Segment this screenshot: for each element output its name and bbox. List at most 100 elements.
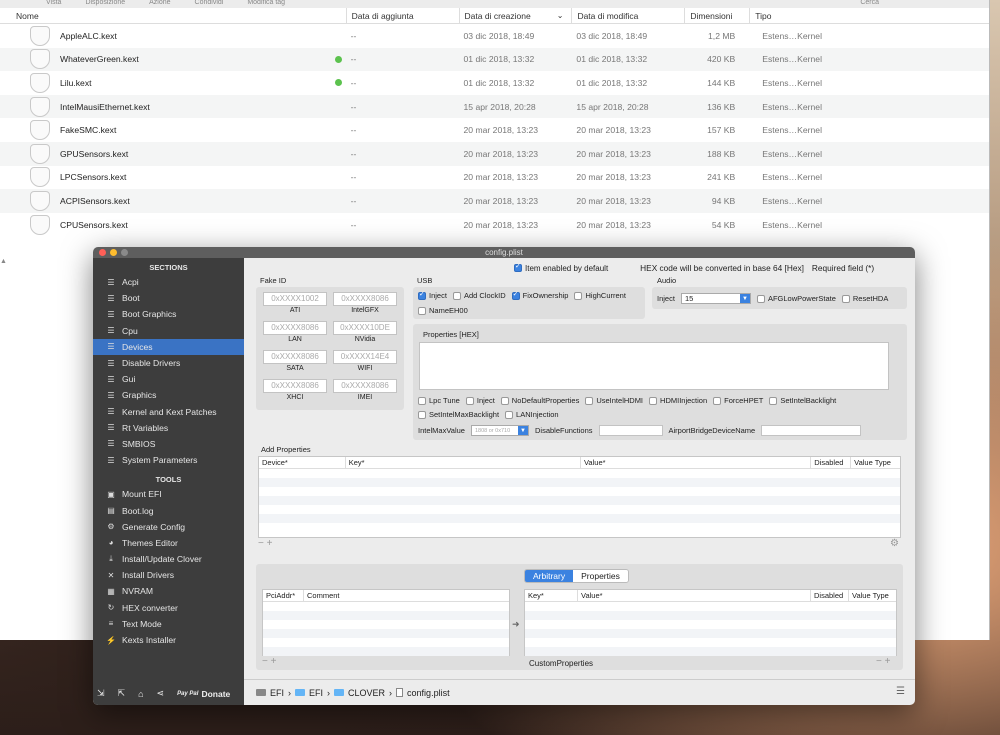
file-row[interactable]: FakeSMC.kext -- 20 mar 2018, 13:23 20 mar 2… [0, 118, 989, 142]
toolbar-arrange[interactable]: Disposizione [85, 0, 125, 8]
sidebar-item-smbios[interactable]: ☰ SMBIOS [93, 436, 244, 452]
col-name[interactable]: Nome [0, 8, 346, 23]
toolbar-share[interactable]: Condividi [195, 0, 224, 8]
afg-low-power-option[interactable]: AFGLowPowerState [756, 294, 836, 303]
path-efi-folder[interactable]: EFI [309, 688, 323, 698]
share-icon[interactable]: ⋖ [157, 688, 165, 699]
col-created[interactable]: Data di creazione ⌄ [458, 8, 572, 23]
add-remove-property-buttons[interactable]: − + [258, 538, 272, 549]
prop-setintelbacklight-option[interactable]: SetIntelBacklight [769, 396, 836, 406]
col-disabled[interactable]: Disabled [810, 457, 850, 468]
tool-text-mode[interactable]: ≡ Text Mode [93, 616, 244, 632]
checkbox[interactable] [505, 411, 514, 420]
fake-id-intelgfx-input[interactable]: 0xXXXX8086 [333, 292, 397, 306]
sidebar-item-boot-graphics[interactable]: ☰ Boot Graphics [93, 306, 244, 322]
usb-high-current-checkbox[interactable] [574, 292, 583, 301]
prop-forcehpet-option[interactable]: ForceHPET [713, 396, 763, 406]
tool-boot-log[interactable]: ▤ Boot.log [93, 502, 244, 518]
disable-functions-input[interactable] [598, 425, 663, 436]
tool-install-drivers[interactable]: ✕ Install Drivers [93, 567, 244, 583]
airport-input[interactable] [761, 425, 862, 436]
checkbox[interactable] [418, 411, 426, 420]
fake-id-lan-input[interactable]: 0xXXXX8086 [263, 321, 327, 335]
tool-mount-efi[interactable]: ▣ Mount EFI [93, 486, 244, 502]
tab-properties[interactable]: Properties [573, 570, 628, 582]
checkbox[interactable] [500, 397, 509, 406]
path-config-file[interactable]: config.plist [407, 688, 450, 698]
zoom-icon[interactable] [121, 249, 128, 256]
file-row[interactable]: IntelMausiEthernet.kext -- 15 apr 2018, 20… [0, 94, 989, 119]
sidebar-item-rt-variables[interactable]: ☰ Rt Variables [93, 420, 244, 436]
col-value-type[interactable]: Value Type [850, 457, 900, 468]
sidebar-item-gui[interactable]: ☰ Gui [93, 371, 244, 387]
toolbar-view[interactable]: Vista [46, 0, 61, 8]
minimize-icon[interactable] [110, 249, 117, 256]
arrow-right-icon[interactable]: ➜ [512, 619, 520, 630]
file-row[interactable]: LPCSensors.kext -- 20 mar 2018, 13:23 20 ma… [0, 166, 989, 190]
col-comment[interactable]: Comment [303, 590, 503, 601]
properties-hex-textarea[interactable] [419, 342, 889, 390]
usb-name-eh00-checkbox[interactable] [418, 307, 426, 316]
sidebar-item-kernel-and-kext-patches[interactable]: ☰ Kernel and Kext Patches [93, 404, 244, 420]
fake-id-imei-input[interactable]: 0xXXXX8086 [333, 379, 397, 393]
usb-add-clock-option[interactable]: Add ClockID [452, 291, 506, 301]
col-modified[interactable]: Data di modifica [571, 8, 684, 23]
usb-add-clock-checkbox[interactable] [452, 292, 461, 301]
custom-properties-table[interactable]: Key* Value* Disabled Value Type [524, 589, 897, 656]
toolbar-search[interactable]: Cerca [860, 0, 879, 8]
tool-nvram[interactable]: ▦ NVRAM [93, 583, 244, 599]
usb-inject-checkbox[interactable] [418, 290, 426, 301]
file-row[interactable]: Lilu.kext -- 01 dic 2018, 13:32 01 dic 2018… [0, 71, 989, 95]
add-remove-custom-buttons[interactable]: − + [876, 656, 890, 667]
prop-nodefaultproperties-option[interactable]: NoDefaultProperties [500, 396, 579, 406]
import-icon[interactable]: ⇲ [97, 688, 105, 699]
export-icon[interactable]: ⇱ [118, 688, 126, 699]
col-device[interactable]: Device* [259, 457, 345, 468]
tool-install-update-clover[interactable]: ⤓ Install/Update Clover [93, 551, 244, 567]
path-efi-volume[interactable]: EFI [270, 688, 284, 698]
usb-name-eh00-option[interactable]: NameEH00 [418, 306, 468, 316]
sidebar-item-cpu[interactable]: ☰ Cpu [93, 323, 244, 339]
tool-generate-config[interactable]: ⚙ Generate Config [93, 519, 244, 535]
col-pciaddr[interactable]: PciAddr* [263, 590, 303, 601]
reset-hda-checkbox[interactable] [841, 295, 850, 303]
tab-arbitrary[interactable]: Arbitrary [525, 570, 574, 582]
prop-inject-option[interactable]: Inject [465, 396, 495, 406]
close-icon[interactable] [99, 249, 106, 256]
col-key[interactable]: Key* [525, 590, 577, 601]
toolbar-action[interactable]: Azione [149, 0, 170, 8]
col-added[interactable]: Data di aggiunta [345, 8, 459, 23]
file-row[interactable]: GPUSensors.kext -- 20 mar 2018, 13:23 20 ma… [0, 141, 989, 166]
file-row[interactable]: CPUSensors.kext -- 20 mar 2018, 13:23 20 ma… [0, 213, 989, 237]
tool-kexts-installer[interactable]: ⚡ Kexts Installer [93, 632, 244, 648]
home-icon[interactable]: ⌂ [138, 689, 143, 699]
file-row[interactable]: WhateverGreen.kext -- 01 dic 2018, 13:32 01… [0, 47, 989, 72]
afg-low-power-checkbox[interactable] [756, 295, 765, 303]
sidebar-item-boot[interactable]: ☰ Boot [93, 290, 244, 306]
donate-button[interactable]: Pay Pal Donate [177, 689, 230, 699]
checkbox[interactable] [649, 397, 658, 406]
add-properties-table[interactable]: Device* Key* Value* Disabled Value Type [258, 456, 901, 538]
file-row[interactable]: AppleALC.kext -- 03 dic 2018, 18:49 03 dic … [0, 24, 989, 48]
sidebar-item-disable-drivers[interactable]: ☰ Disable Drivers [93, 355, 244, 371]
checkbox[interactable] [585, 397, 594, 406]
arbitrary-device-table[interactable]: PciAddr* Comment [262, 589, 510, 656]
usb-fix-ownership-checkbox[interactable] [511, 290, 520, 301]
prop-laninjection-option[interactable]: LANInjection [505, 410, 559, 420]
prop-lpc-tune-option[interactable]: Lpc Tune [418, 396, 460, 406]
col-value[interactable]: Value* [577, 590, 810, 601]
audio-inject-select[interactable]: 15 ▼ [680, 293, 751, 304]
fake-id-xhci-input[interactable]: 0xXXXX8086 [263, 379, 327, 393]
intel-max-select[interactable]: 1808 or 0x710 ▼ [470, 425, 529, 436]
sidebar-item-devices[interactable]: ☰ Devices [93, 338, 244, 355]
prop-useintelhdmi-option[interactable]: UseIntelHDMI [585, 396, 643, 406]
fake-id-ati-input[interactable]: 0xXXXX1002 [263, 292, 327, 306]
prop-setintelmaxbacklight-option[interactable]: SetIntelMaxBacklight [418, 410, 499, 420]
toolbar-edit-tags[interactable]: Modifica tag [247, 0, 285, 8]
settings-icon[interactable]: ⚙ [890, 538, 899, 549]
reset-hda-option[interactable]: ResetHDA [841, 294, 888, 303]
tool-hex-converter[interactable]: ↻ HEX converter [93, 600, 244, 616]
usb-high-current-option[interactable]: HighCurrent [574, 291, 626, 301]
sidebar-item-graphics[interactable]: ☰ Graphics [93, 387, 244, 403]
usb-inject-option[interactable]: Inject [418, 290, 447, 301]
